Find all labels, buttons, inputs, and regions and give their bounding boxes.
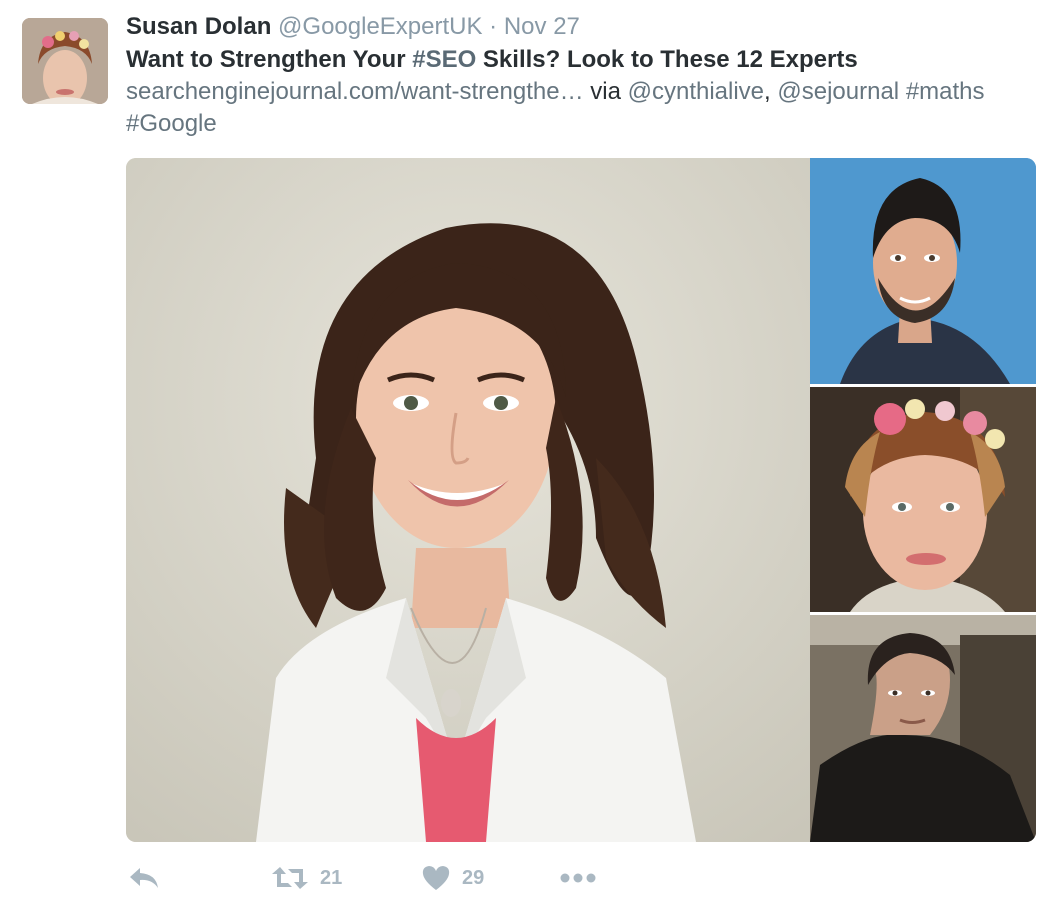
reply-icon (130, 868, 158, 888)
heart-icon (422, 866, 450, 890)
retweet-count: 21 (320, 866, 343, 889)
separator-dot: · (489, 13, 498, 40)
via-text: via (583, 78, 628, 105)
bearded-man-image (810, 158, 1036, 384)
tweet-body-line: searchenginejournal.com/want-strengthe… … (126, 76, 1036, 108)
retweet-button[interactable]: 21 (272, 858, 342, 898)
comma-text: , (764, 78, 778, 105)
tweet-body-line-2: #Google (126, 108, 1036, 140)
tweet-actions: 21 29 (126, 858, 1036, 898)
title-text-end: ? Look to These 12 Experts (545, 46, 858, 73)
like-button[interactable]: 29 (422, 858, 484, 898)
avatar-image (22, 18, 108, 104)
retweet-icon (272, 867, 308, 889)
title-text-skills: Skills (476, 46, 546, 73)
author-handle[interactable]: @GoogleExpertUK (278, 13, 482, 40)
tweet-title: Want to Strengthen Your #SEO Skills? Loo… (126, 44, 1036, 76)
space-text (899, 78, 906, 105)
title-text-start: Want to Strengthen Your (126, 46, 413, 73)
media-photo-4[interactable] (810, 615, 1036, 842)
man-leather-jacket-image (810, 615, 1036, 842)
media-grid (126, 158, 1036, 842)
more-button[interactable] (560, 858, 596, 898)
article-link[interactable]: searchenginejournal.com/want-strengthe… (126, 78, 584, 105)
media-photo-3[interactable] (810, 387, 1036, 612)
mention-cynthialive[interactable]: @cynthialive (628, 78, 764, 105)
tweet-text: Want to Strengthen Your #SEO Skills? Loo… (126, 44, 1036, 140)
reply-button[interactable] (128, 858, 160, 898)
woman-flower-crown-image (810, 387, 1036, 612)
tweet-header: Susan Dolan @GoogleExpertUK · Nov 27 (126, 10, 1036, 44)
tweet: Susan Dolan @GoogleExpertUK · Nov 27 Wan… (0, 0, 1052, 906)
timestamp-link[interactable]: Nov 27 (504, 13, 580, 40)
like-count: 29 (462, 866, 485, 889)
author-name[interactable]: Susan Dolan (126, 13, 271, 40)
hashtag-seo[interactable]: #SEO (412, 46, 476, 73)
media-photo-2[interactable] (810, 158, 1036, 384)
hashtag-google[interactable]: #Google (126, 110, 217, 137)
woman-portrait-image (126, 158, 810, 842)
tweet-content: Susan Dolan @GoogleExpertUK · Nov 27 Wan… (126, 10, 1036, 140)
avatar[interactable] (22, 18, 108, 104)
mention-sejournal[interactable]: @sejournal (777, 78, 899, 105)
media-photo-main[interactable] (126, 158, 810, 842)
hashtag-maths[interactable]: #maths (906, 78, 985, 105)
more-dots-icon (560, 873, 596, 883)
